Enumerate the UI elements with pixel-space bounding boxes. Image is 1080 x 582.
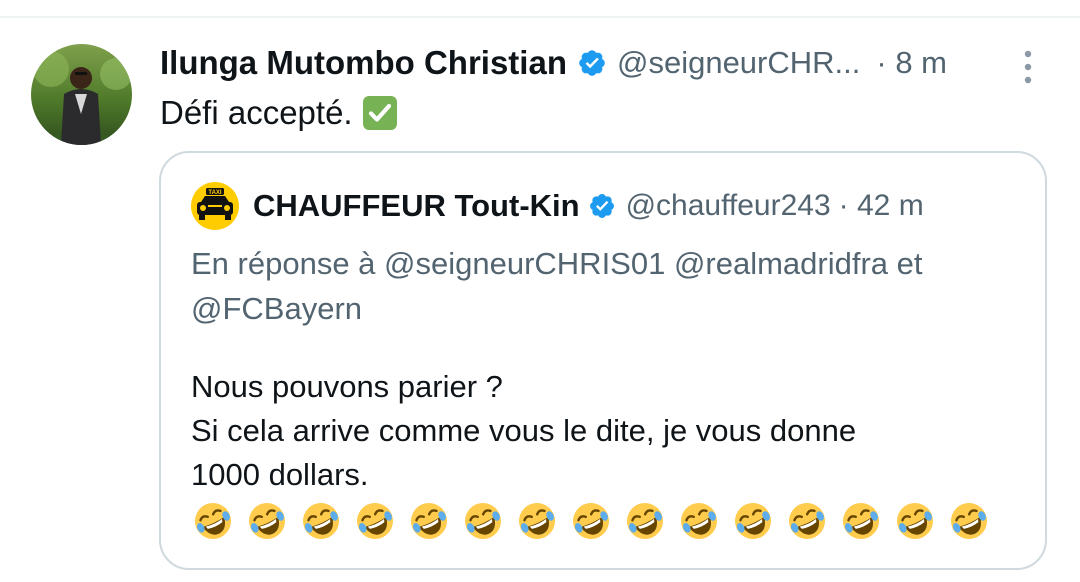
top-divider	[0, 16, 1080, 18]
quoted-tweet-timestamp[interactable]: · 42 m	[839, 189, 924, 223]
user-avatar[interactable]	[31, 44, 132, 145]
tweet-text-content: Défi accepté.	[160, 94, 353, 131]
rolling-on-the-floor-laughing-icon	[897, 503, 933, 539]
quoted-body-line: Nous pouvons parier ?	[191, 369, 503, 404]
rolling-on-the-floor-laughing-icon	[195, 503, 231, 539]
quoted-body-line: 1000 dollars.	[191, 457, 369, 492]
rolling-on-the-floor-laughing-icon	[951, 503, 987, 539]
rolling-on-the-floor-laughing-icon	[249, 503, 285, 539]
rolling-on-the-floor-laughing-icon	[519, 503, 555, 539]
rolling-on-the-floor-laughing-icon	[411, 503, 447, 539]
rolling-on-the-floor-laughing-icon	[465, 503, 501, 539]
quoted-tweet-body: Nous pouvons parier ? Si cela arrive com…	[191, 365, 1031, 497]
quoted-author-avatar[interactable]: TAXI	[191, 182, 239, 230]
tweet-timestamp[interactable]: · 8 m	[876, 45, 947, 81]
more-options-icon[interactable]	[1016, 47, 1040, 87]
tweet-text: Défi accepté.	[160, 94, 397, 132]
taxi-sign-label: TAXI	[208, 190, 222, 196]
rolling-on-the-floor-laughing-icon	[627, 503, 663, 539]
rolling-on-the-floor-laughing-icon	[735, 503, 771, 539]
author-display-name[interactable]: Ilunga Mutombo Christian	[160, 44, 567, 82]
quoted-body-line: Si cela arrive comme vous le dite, je vo…	[191, 413, 857, 448]
emoji-row	[191, 500, 1001, 542]
rolling-on-the-floor-laughing-icon	[573, 503, 609, 539]
rolling-on-the-floor-laughing-icon	[789, 503, 825, 539]
quoted-tweet-card[interactable]: TAXI CHAUFFEUR Tout-Kin @chauffeur243 · …	[159, 151, 1047, 570]
quoted-tweet-header: TAXI CHAUFFEUR Tout-Kin @chauffeur243 · …	[191, 182, 924, 230]
quoted-author-display-name[interactable]: CHAUFFEUR Tout-Kin	[253, 188, 580, 224]
rolling-on-the-floor-laughing-icon	[357, 503, 393, 539]
rolling-on-the-floor-laughing-icon	[681, 503, 717, 539]
verified-badge-icon	[579, 50, 605, 76]
white-heavy-check-mark-icon	[362, 96, 397, 130]
author-handle[interactable]: @seigneurCHR...	[617, 45, 860, 81]
tweet-header: Ilunga Mutombo Christian @seigneurCHR...…	[160, 42, 947, 84]
rolling-on-the-floor-laughing-icon	[843, 503, 879, 539]
verified-badge-icon	[589, 194, 614, 218]
reply-context: En réponse à @seigneurCHRIS01 @realmadri…	[191, 246, 923, 326]
quoted-author-handle[interactable]: @chauffeur243	[626, 189, 831, 223]
rolling-on-the-floor-laughing-icon	[303, 503, 339, 539]
